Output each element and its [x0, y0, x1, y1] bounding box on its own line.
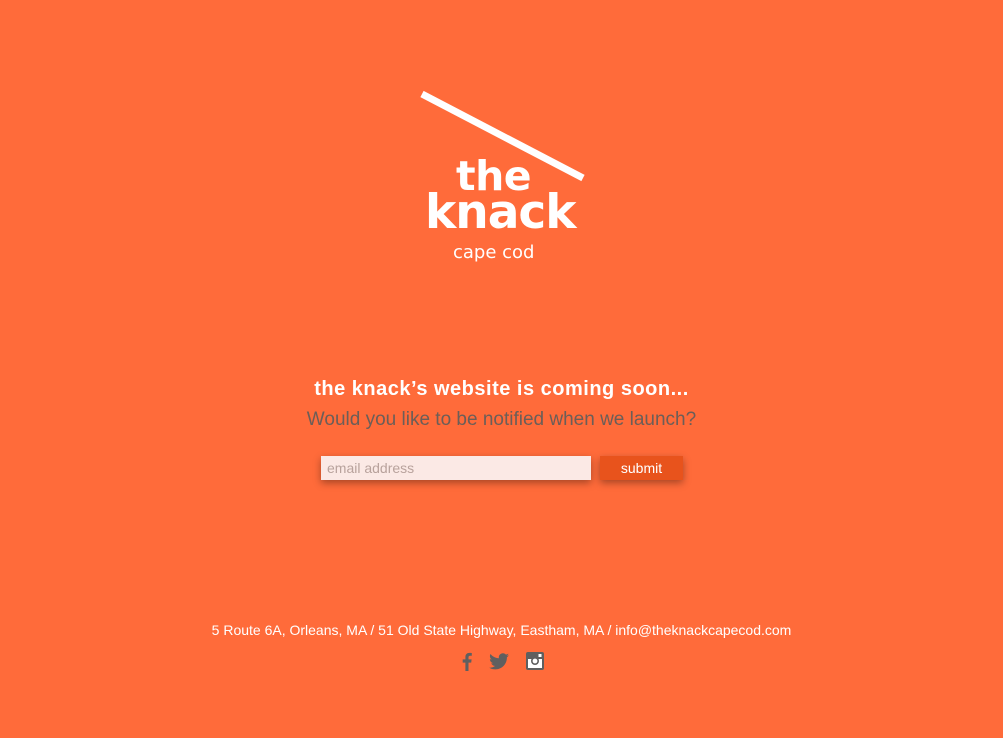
coming-soon-headline: the knack’s website is coming soon...: [314, 378, 689, 400]
logo-word-knack: knack: [425, 185, 577, 240]
instagram-icon[interactable]: [524, 650, 546, 672]
landing-page: { "logo": { "line1": "the", "line2": "kn…: [0, 0, 1003, 738]
submit-button[interactable]: submit: [600, 456, 683, 480]
logo-subtitle: cape cod: [453, 242, 535, 263]
social-links: [456, 650, 548, 672]
footer-address: 5 Route 6A, Orleans, MA / 51 Old State H…: [211, 622, 792, 638]
twitter-icon[interactable]: [488, 650, 510, 672]
facebook-icon[interactable]: [456, 650, 478, 672]
the-knack-logo: the knack cape cod: [418, 86, 588, 266]
notify-prompt: Would you like to be notified when we la…: [306, 409, 697, 430]
email-input[interactable]: [321, 456, 591, 480]
